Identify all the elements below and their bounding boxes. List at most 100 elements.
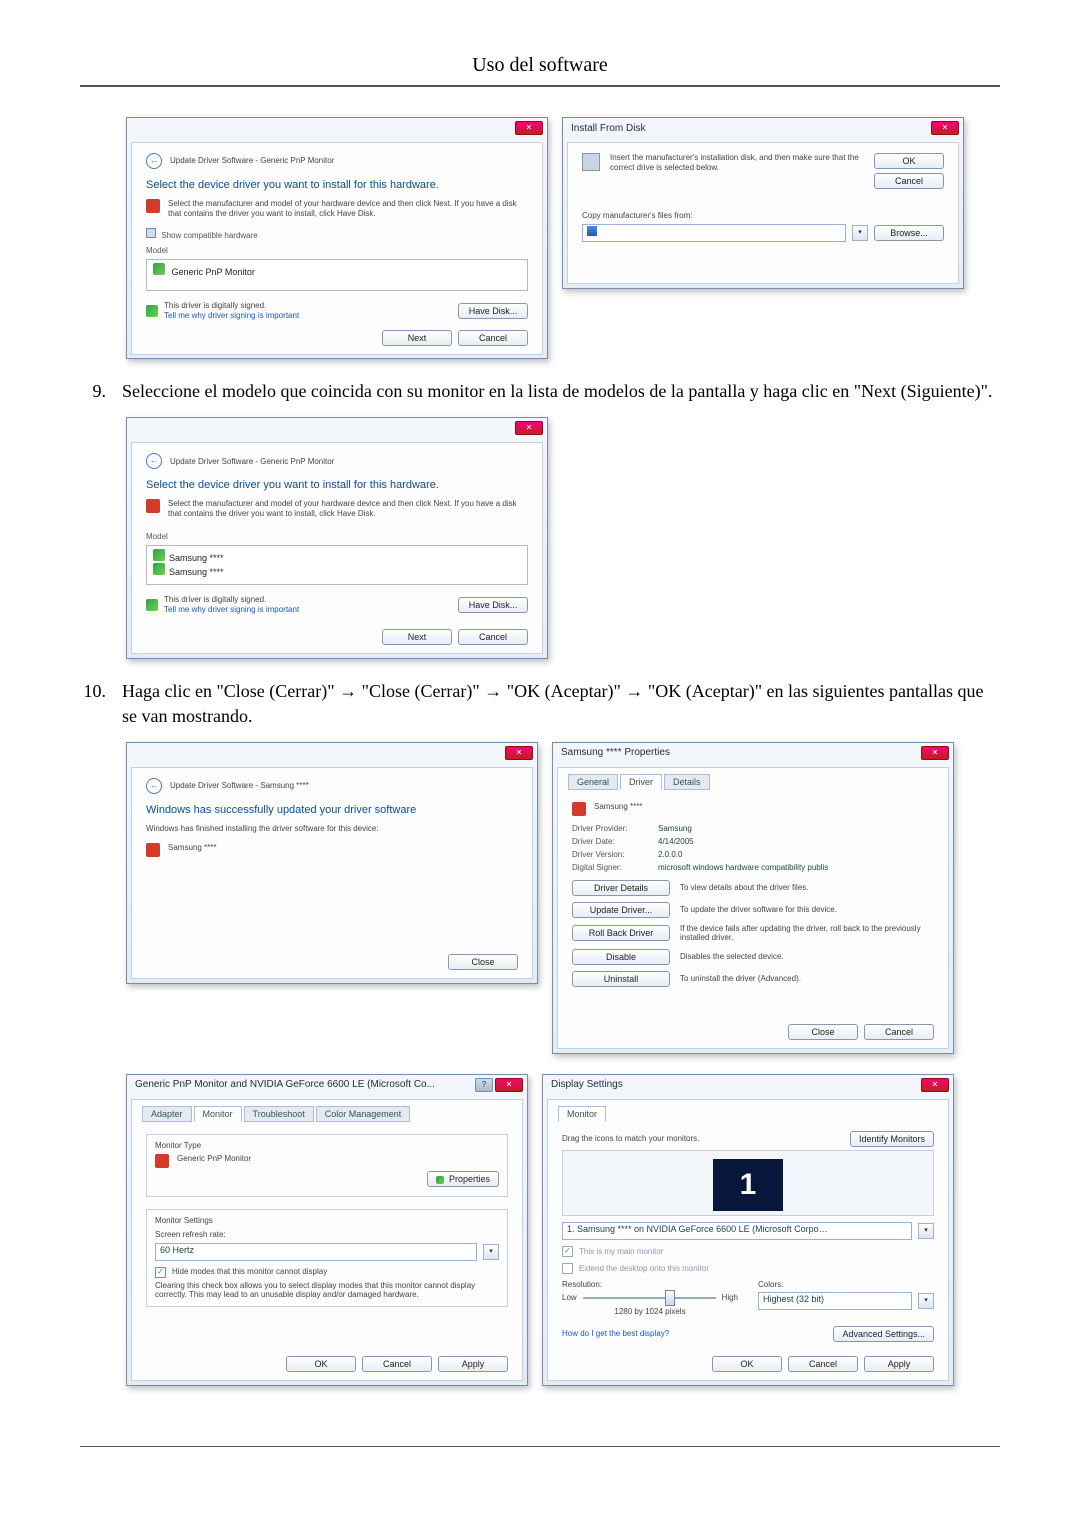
chevron-down-icon[interactable]: ▾ (918, 1293, 934, 1309)
driver-details-text: To view details about the driver files. (680, 883, 934, 893)
tab-monitor[interactable]: Monitor (558, 1106, 606, 1122)
cancel-button[interactable]: Cancel (788, 1356, 858, 1372)
model-item[interactable]: Samsung **** (169, 553, 224, 563)
window-note: Select the manufacturer and model of you… (168, 199, 528, 218)
tab-adapter[interactable]: Adapter (142, 1106, 192, 1122)
window-note: Windows has finished installing the driv… (146, 824, 518, 834)
next-button[interactable]: Next (382, 629, 452, 645)
tab-driver[interactable]: Driver (620, 774, 662, 790)
close-icon[interactable]: ✕ (931, 121, 959, 135)
cancel-button[interactable]: Cancel (874, 173, 944, 189)
step-10: 10. Haga clic en "Close (Cerrar)" → "Clo… (80, 679, 1000, 728)
chevron-down-icon[interactable]: ▾ (483, 1244, 499, 1260)
slider-low: Low (562, 1293, 577, 1303)
model-item[interactable]: Samsung **** (169, 567, 224, 577)
step-number: 9. (80, 379, 106, 403)
apply-button[interactable]: Apply (438, 1356, 508, 1372)
label-model: Model (146, 246, 528, 255)
close-icon[interactable]: ✕ (495, 1078, 523, 1092)
close-icon[interactable]: ✕ (515, 421, 543, 435)
refresh-rate-select[interactable]: 60 Hertz (155, 1243, 477, 1261)
value: 2.0.0.0 (658, 850, 682, 859)
tab-monitor[interactable]: Monitor (194, 1106, 242, 1122)
checkbox-main-monitor[interactable]: ✓ (562, 1246, 573, 1257)
cancel-button[interactable]: Cancel (458, 330, 528, 346)
device-icon (572, 802, 586, 816)
signed-text: This driver is digitally signed. (164, 301, 299, 311)
close-icon[interactable]: ✕ (921, 746, 949, 760)
update-driver-button[interactable]: Update Driver... (572, 902, 670, 918)
model-item[interactable]: Generic PnP Monitor (172, 267, 255, 277)
close-icon[interactable]: ✕ (515, 121, 543, 135)
uninstall-button[interactable]: Uninstall (572, 971, 670, 987)
next-button[interactable]: Next (382, 330, 452, 346)
copy-from-field[interactable] (582, 224, 846, 242)
resolution-slider[interactable] (583, 1297, 716, 1299)
shield-icon (153, 263, 165, 275)
close-button[interactable]: Close (448, 954, 518, 970)
back-icon[interactable]: ← (146, 153, 162, 169)
tab-color[interactable]: Color Management (316, 1106, 411, 1122)
close-icon[interactable]: ✕ (921, 1078, 949, 1092)
have-disk-button[interactable]: Have Disk... (458, 597, 528, 613)
chevron-down-icon[interactable]: ▾ (852, 225, 868, 241)
disable-button[interactable]: Disable (572, 949, 670, 965)
value: microsoft windows hardware compatibility… (658, 863, 828, 872)
apply-button[interactable]: Apply (864, 1356, 934, 1372)
disable-text: Disables the selected device. (680, 952, 934, 962)
step-9: 9. Seleccione el modelo que coincida con… (80, 379, 1000, 403)
tab-general[interactable]: General (568, 774, 618, 790)
window-heading: Select the device driver you want to ins… (146, 479, 528, 491)
tab-troubleshoot[interactable]: Troubleshoot (244, 1106, 314, 1122)
monitor-settings-label: Monitor Settings (155, 1216, 499, 1226)
ok-button[interactable]: OK (286, 1356, 356, 1372)
monitor-preview-icon[interactable]: 1 (713, 1159, 783, 1211)
close-icon[interactable]: ✕ (505, 746, 533, 760)
ok-button[interactable]: OK (874, 153, 944, 169)
divider-bottom (80, 1446, 1000, 1447)
label: Digital Signer: (572, 863, 652, 872)
chevron-down-icon[interactable]: ▾ (918, 1223, 934, 1239)
colors-select[interactable]: Highest (32 bit) (758, 1292, 912, 1310)
ok-button[interactable]: OK (712, 1356, 782, 1372)
monitor-select[interactable]: 1. Samsung **** on NVIDIA GeForce 6600 L… (562, 1222, 912, 1240)
copy-from-label: Copy manufacturer's files from: (582, 211, 944, 221)
checkbox-hide-modes[interactable]: ✓ (155, 1267, 166, 1278)
browse-button[interactable]: Browse... (874, 225, 944, 241)
tab-details[interactable]: Details (664, 774, 710, 790)
shield-icon (153, 563, 165, 575)
have-disk-button[interactable]: Have Disk... (458, 303, 528, 319)
divider-top (80, 85, 1000, 87)
back-icon[interactable]: ← (146, 778, 162, 794)
driver-details-button[interactable]: Driver Details (572, 880, 670, 896)
window-title: Display Settings (551, 1079, 623, 1090)
identify-monitors-button[interactable]: Identify Monitors (850, 1131, 934, 1147)
window-install-from-disk: Install From Disk ✕ Insert the manufactu… (562, 117, 964, 289)
signing-link[interactable]: Tell me why driver signing is important (164, 605, 299, 615)
signing-link[interactable]: Tell me why driver signing is important (164, 311, 299, 321)
checkbox-extend[interactable] (562, 1263, 573, 1274)
window-heading: Windows has successfully updated your dr… (146, 804, 518, 816)
cancel-button[interactable]: Cancel (362, 1356, 432, 1372)
window-note: Select the manufacturer and model of you… (168, 499, 528, 518)
help-icon[interactable]: ? (475, 1078, 493, 1092)
model-listbox[interactable]: Samsung **** Samsung **** (146, 545, 528, 585)
cancel-button[interactable]: Cancel (864, 1024, 934, 1040)
install-text: Insert the manufacturer's installation d… (610, 153, 864, 172)
step-text: Seleccione el modelo que coincida con su… (122, 379, 1000, 403)
cancel-button[interactable]: Cancel (458, 629, 528, 645)
checkbox-show-compatible[interactable] (146, 228, 156, 238)
model-listbox[interactable]: Generic PnP Monitor (146, 259, 528, 291)
value: 4/14/2005 (658, 837, 694, 846)
shield-icon (146, 599, 158, 611)
advanced-settings-button[interactable]: Advanced Settings... (833, 1326, 934, 1342)
breadcrumb: Update Driver Software - Generic PnP Mon… (170, 457, 334, 467)
refresh-rate-label: Screen refresh rate: (155, 1230, 499, 1240)
properties-button[interactable]: Properties (427, 1171, 499, 1187)
update-driver-text: To update the driver software for this d… (680, 905, 934, 915)
slider-thumb-icon[interactable] (665, 1290, 675, 1306)
best-display-link[interactable]: How do I get the best display? (562, 1329, 827, 1339)
back-icon[interactable]: ← (146, 453, 162, 469)
rollback-button[interactable]: Roll Back Driver (572, 925, 670, 941)
close-button[interactable]: Close (788, 1024, 858, 1040)
